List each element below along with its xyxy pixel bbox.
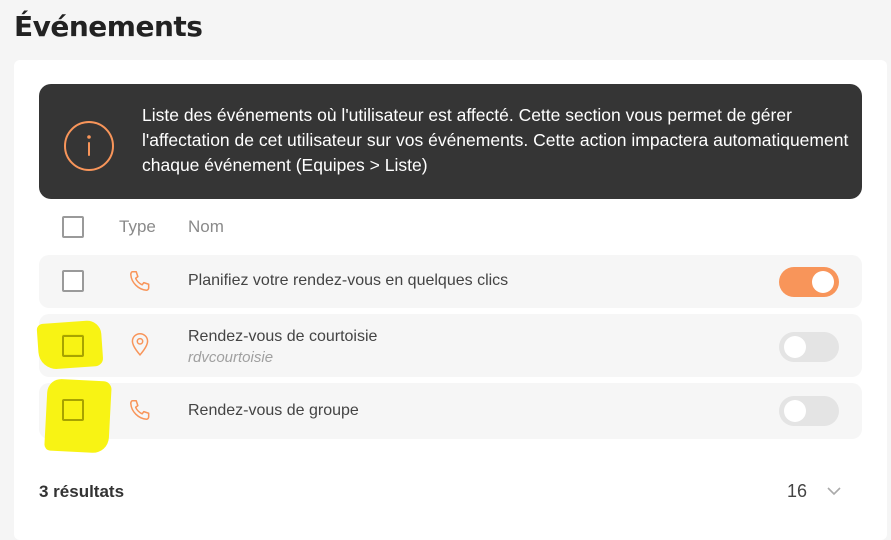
results-count: 3 résultats xyxy=(39,482,125,501)
column-header-name[interactable]: Nom xyxy=(188,217,224,237)
phone-icon xyxy=(130,271,150,291)
select-all-checkbox[interactable] xyxy=(62,216,84,238)
info-banner: Liste des événements où l'utilisateur es… xyxy=(39,84,862,199)
page-title: Événements xyxy=(14,10,203,43)
phone-icon xyxy=(130,400,150,420)
info-icon xyxy=(64,121,114,171)
table-row[interactable]: Rendez-vous de groupe xyxy=(39,383,862,439)
chevron-down-icon[interactable] xyxy=(825,484,843,498)
event-name[interactable]: Rendez-vous de groupe xyxy=(188,402,359,420)
location-pin-icon xyxy=(131,332,149,356)
events-card: Liste des événements où l'utilisateur es… xyxy=(14,60,887,540)
event-slug: rdvcourtoisie xyxy=(188,349,274,366)
table-row[interactable]: Rendez-vous de courtoisie rdvcourtoisie xyxy=(39,314,862,377)
event-name[interactable]: Planifiez votre rendez-vous en quelques … xyxy=(188,272,508,290)
column-header-type[interactable]: Type xyxy=(119,217,156,237)
event-name[interactable]: Rendez-vous de courtoisie xyxy=(188,328,377,346)
event-toggle[interactable] xyxy=(779,267,839,297)
per-page-value[interactable]: 16 xyxy=(787,481,807,502)
row-checkbox-outline xyxy=(62,335,84,357)
info-banner-text: Liste des événements où l'utilisateur es… xyxy=(142,105,849,175)
row-checkbox[interactable] xyxy=(62,270,84,292)
table-row[interactable]: Planifiez votre rendez-vous en quelques … xyxy=(39,255,862,308)
event-toggle[interactable] xyxy=(779,332,839,362)
event-toggle[interactable] xyxy=(779,396,839,426)
row-checkbox-outline xyxy=(62,399,84,421)
